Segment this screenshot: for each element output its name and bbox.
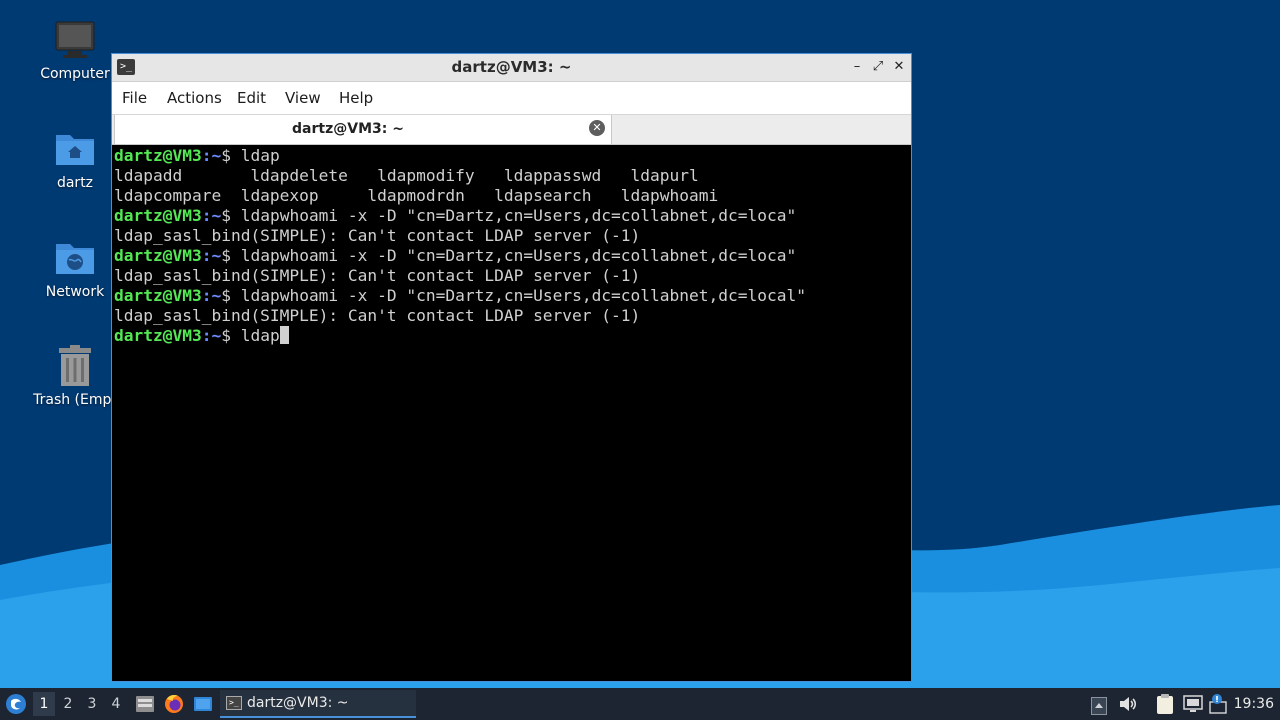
workspace-3[interactable]: 3 bbox=[81, 692, 103, 716]
network-folder-icon bbox=[53, 236, 97, 280]
terminal-command: ldapwhoami -x -D "cn=Dartz,cn=Users,dc=c… bbox=[240, 246, 797, 265]
terminal-output-line: ldap_sasl_bind(SIMPLE): Can't contact LD… bbox=[114, 306, 641, 325]
terminal-output-line: ldap_sasl_bind(SIMPLE): Can't contact LD… bbox=[114, 266, 641, 285]
clipboard-icon[interactable] bbox=[1155, 693, 1175, 715]
desktop-icon-label: Computer bbox=[40, 66, 110, 82]
taskbar: 1 2 3 4 >_ dartz@VM3: ~ 19:36 bbox=[0, 688, 1280, 720]
menu-actions[interactable]: Actions bbox=[167, 82, 222, 114]
menu-view[interactable]: View bbox=[285, 82, 321, 114]
tab-close-icon[interactable]: ✕ bbox=[589, 120, 605, 136]
terminal-output[interactable]: dartz@VM3:~$ ldap ldapadd ldapdelete ldap… bbox=[114, 146, 909, 679]
title-bar[interactable]: >_ dartz@VM3: ~ – ⤢ ✕ bbox=[112, 54, 911, 82]
task-label: dartz@VM3: ~ bbox=[247, 695, 349, 711]
app-menu-button[interactable] bbox=[4, 692, 28, 716]
prompt-symbol: $ bbox=[221, 326, 241, 345]
volume-icon[interactable] bbox=[1118, 694, 1138, 714]
prompt-user: dartz@VM3 bbox=[114, 246, 202, 265]
notification-icon[interactable] bbox=[1208, 693, 1228, 715]
computer-icon bbox=[53, 18, 97, 62]
desktop-icon-label: dartz bbox=[56, 175, 94, 191]
taskbar-task-terminal[interactable]: >_ dartz@VM3: ~ bbox=[220, 690, 416, 718]
terminal-window: >_ dartz@VM3: ~ – ⤢ ✕ File Actions Edit … bbox=[111, 53, 912, 682]
menu-edit[interactable]: Edit bbox=[237, 82, 266, 114]
terminal-command: ldapwhoami -x -D "cn=Dartz,cn=Users,dc=c… bbox=[240, 286, 806, 305]
show-desktop-icon[interactable] bbox=[192, 693, 214, 715]
desktop-icon-network[interactable]: Network bbox=[25, 236, 125, 300]
menu-file[interactable]: File bbox=[122, 82, 147, 114]
terminal-output-line: ldapcompare ldapexop ldapmodrdn ldapsear… bbox=[114, 186, 719, 205]
desktop-icon-computer[interactable]: Computer bbox=[25, 18, 125, 82]
tab-bar: dartz@VM3: ~ ✕ bbox=[112, 114, 911, 145]
tray-expand-icon[interactable] bbox=[1091, 695, 1107, 715]
terminal-command: ldap bbox=[240, 146, 280, 165]
minimize-button[interactable]: – bbox=[848, 58, 866, 76]
desktop: Computer dartz Network Trash (Empt >_ da… bbox=[0, 0, 1280, 688]
desktop-icon-label: Trash (Empt bbox=[33, 392, 117, 408]
menu-help[interactable]: Help bbox=[339, 82, 373, 114]
prompt-symbol: $ bbox=[221, 146, 241, 165]
text-cursor bbox=[279, 326, 289, 344]
prompt-path: :~ bbox=[201, 286, 222, 305]
prompt-user: dartz@VM3 bbox=[114, 146, 202, 165]
prompt-path: :~ bbox=[201, 326, 222, 345]
home-folder-icon bbox=[53, 127, 97, 171]
desktop-icon-label: Network bbox=[45, 284, 105, 300]
window-title: dartz@VM3: ~ bbox=[451, 58, 572, 76]
terminal-prompt-line: dartz@VM3:~$ ldap bbox=[114, 146, 909, 166]
prompt-path: :~ bbox=[201, 246, 222, 265]
trash-icon bbox=[53, 344, 97, 388]
prompt-user: dartz@VM3 bbox=[114, 286, 202, 305]
network-monitor-icon[interactable] bbox=[1183, 694, 1203, 714]
terminal-prompt-line: dartz@VM3:~$ ldap bbox=[114, 326, 909, 346]
prompt-path: :~ bbox=[201, 206, 222, 225]
workspace-2[interactable]: 2 bbox=[57, 692, 79, 716]
prompt-user: dartz@VM3 bbox=[114, 326, 202, 345]
terminal-prompt-line: dartz@VM3:~$ ldapwhoami -x -D "cn=Dartz,… bbox=[114, 206, 909, 226]
workspace-1[interactable]: 1 bbox=[33, 692, 55, 716]
prompt-symbol: $ bbox=[221, 286, 241, 305]
desktop-icon-home[interactable]: dartz bbox=[25, 127, 125, 191]
prompt-path: :~ bbox=[201, 146, 222, 165]
terminal-prompt-line: dartz@VM3:~$ ldapwhoami -x -D "cn=Dartz,… bbox=[114, 286, 909, 306]
prompt-symbol: $ bbox=[221, 246, 241, 265]
clock[interactable]: 19:36 bbox=[1234, 688, 1274, 720]
prompt-user: dartz@VM3 bbox=[114, 206, 202, 225]
prompt-symbol: $ bbox=[221, 206, 241, 225]
terminal-output-line: ldap_sasl_bind(SIMPLE): Can't contact LD… bbox=[114, 226, 641, 245]
lxqt-logo-icon bbox=[6, 694, 26, 714]
firefox-icon[interactable] bbox=[163, 693, 185, 715]
terminal-icon: >_ bbox=[226, 696, 242, 710]
file-manager-icon[interactable] bbox=[134, 693, 156, 715]
close-button[interactable]: ✕ bbox=[890, 58, 908, 76]
terminal-command: ldap bbox=[240, 326, 280, 345]
terminal-prompt-line: dartz@VM3:~$ ldapwhoami -x -D "cn=Dartz,… bbox=[114, 246, 909, 266]
terminal-output-line: ldapadd ldapdelete ldapmodify ldappasswd… bbox=[114, 166, 699, 185]
maximize-button[interactable]: ⤢ bbox=[869, 58, 887, 76]
tab-terminal[interactable]: dartz@VM3: ~ ✕ bbox=[114, 115, 612, 144]
desktop-icon-trash[interactable]: Trash (Empt bbox=[25, 344, 125, 408]
workspace-4[interactable]: 4 bbox=[105, 692, 127, 716]
menu-bar: File Actions Edit View Help bbox=[112, 82, 911, 114]
tab-label: dartz@VM3: ~ bbox=[292, 121, 404, 137]
terminal-command: ldapwhoami -x -D "cn=Dartz,cn=Users,dc=c… bbox=[240, 206, 797, 225]
